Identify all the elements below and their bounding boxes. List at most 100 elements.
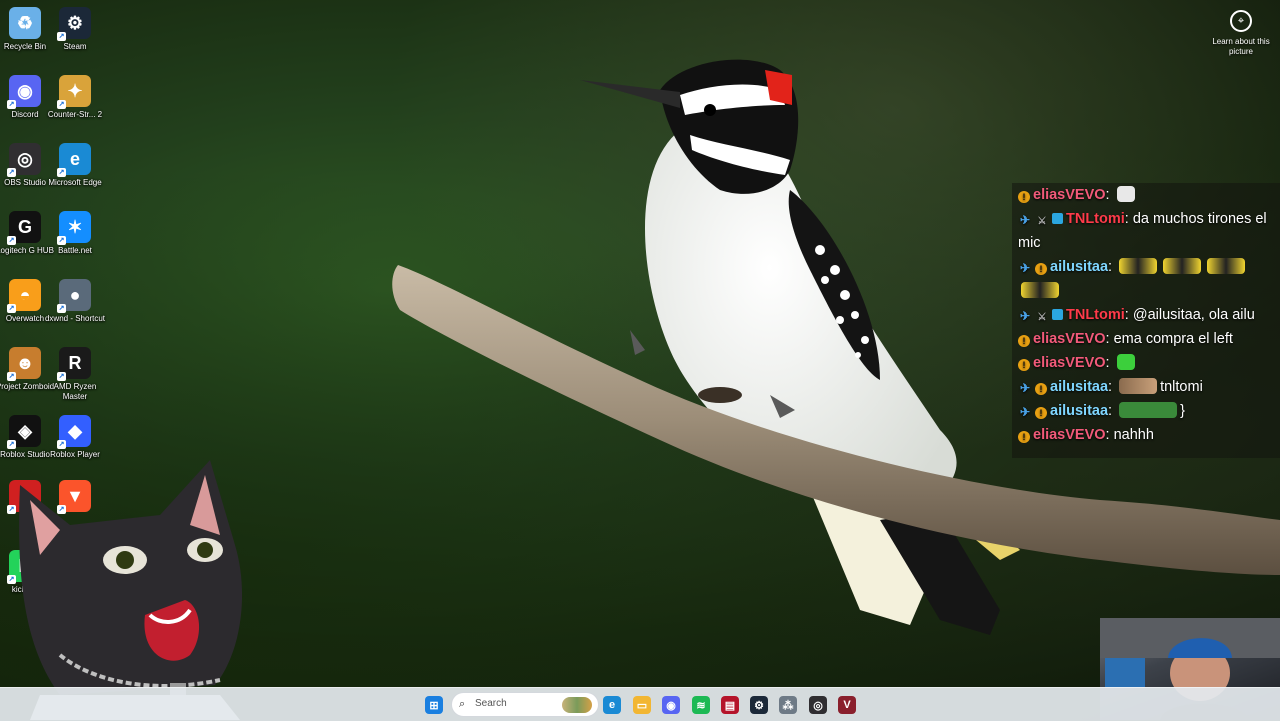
shortcut-arrow-icon: ↗ bbox=[7, 372, 16, 381]
shortcut-arrow-icon: ↗ bbox=[57, 304, 66, 313]
windows-start-icon[interactable]: ⊞ bbox=[425, 696, 443, 714]
chat-message: ✈ ⚔ TNLtomi: da muchos tirones el mic bbox=[1018, 211, 1267, 251]
chat-username[interactable]: ailusitaa bbox=[1050, 403, 1108, 419]
gem-badge-icon bbox=[1052, 309, 1063, 320]
desktop-icon-label: Microsoft Edge bbox=[48, 178, 102, 187]
desktop-icon-steam[interactable]: ⚙ ↗ Steam bbox=[43, 7, 107, 52]
desktop-icon-microsoft-edge[interactable]: e ↗ Microsoft Edge bbox=[43, 143, 107, 188]
amd-ryzen-icon: R ↗ bbox=[57, 347, 91, 381]
shortcut-arrow-icon: ↗ bbox=[57, 236, 66, 245]
logitech-icon: G ↗ bbox=[7, 211, 41, 245]
sub-badge-icon: ! bbox=[1018, 191, 1030, 203]
recycle-bin-icon: ♻ bbox=[9, 7, 41, 39]
desktop-icon-dxwnd-shortcut[interactable]: ● ↗ dxwnd - Shortcut bbox=[43, 279, 107, 324]
sub-badge-icon: ! bbox=[1035, 407, 1047, 419]
chat-message: ✈! ailusitaa: bbox=[1012, 255, 1280, 303]
chat-username[interactable]: eliasVEVO bbox=[1033, 331, 1106, 347]
desktop-icon-label: Recycle Bin bbox=[3, 42, 47, 51]
desktop-icon-battle-net[interactable]: ✶ ↗ Battle.net bbox=[43, 211, 107, 256]
steam-icon: ⚙ ↗ bbox=[57, 7, 91, 41]
sub-badge-icon: ! bbox=[1018, 431, 1030, 443]
discord-taskbar-icon[interactable]: ◉ bbox=[662, 696, 680, 714]
chat-text: @ailusitaa, ola ailu bbox=[1132, 307, 1255, 323]
desktop-icon-label: dxwnd - Shortcut bbox=[44, 314, 106, 323]
search-icon: ⌕ bbox=[459, 698, 466, 710]
discord-icon: ◉ ↗ bbox=[7, 75, 41, 109]
sword-badge-icon: ✈ bbox=[1019, 261, 1031, 275]
chat-text: tnltomi bbox=[1160, 379, 1203, 395]
chat-text: ema compra el left bbox=[1113, 331, 1233, 347]
shortcut-arrow-icon: ↗ bbox=[7, 236, 16, 245]
roblox-studio-icon: ◈ ↗ bbox=[7, 415, 41, 449]
sword-badge-icon: ✈ bbox=[1019, 309, 1031, 323]
desktop-icon-label: Overwatch bbox=[5, 314, 45, 323]
chat-message: ✈! ailusitaa: tnltomi bbox=[1019, 378, 1203, 395]
shortcut-arrow-icon: ↗ bbox=[7, 100, 16, 109]
shortcut-arrow-icon: ↗ bbox=[57, 440, 66, 449]
sword-badge-icon: ✈ bbox=[1019, 405, 1031, 419]
emote-photo-icon bbox=[1119, 378, 1158, 394]
sub-badge-icon: ! bbox=[1035, 263, 1047, 275]
desktop-icon-label: Steam bbox=[63, 42, 87, 51]
valorant-icon[interactable]: V bbox=[838, 696, 856, 714]
shortcut-arrow-icon: ↗ bbox=[7, 304, 16, 313]
chat-text: } bbox=[1180, 403, 1185, 419]
dxwnd-icon: ● ↗ bbox=[57, 279, 91, 313]
obs-taskbar-icon[interactable]: ◎ bbox=[809, 696, 827, 714]
chat-message: ✈! ailusitaa: } bbox=[1019, 402, 1185, 419]
chat-message: ! eliasVEVO: bbox=[1012, 183, 1280, 207]
stream-chat-overlay: ! eliasVEVO: ✈ ⚔ TNLtomi: da muchos tirones… bbox=[1012, 183, 1280, 458]
chat-username[interactable]: eliasVEVO bbox=[1033, 427, 1106, 443]
emote-bee-icon bbox=[1119, 258, 1158, 274]
search-placeholder: Search bbox=[475, 698, 507, 709]
sub-badge-icon: ! bbox=[1018, 359, 1030, 371]
adobe-app-icon[interactable]: ▤ bbox=[721, 696, 739, 714]
sword-badge-icon: ✈ bbox=[1019, 381, 1031, 395]
chat-message: ! eliasVEVO: ema compra el left bbox=[1012, 327, 1280, 351]
obs-icon: ◎ ↗ bbox=[7, 143, 41, 177]
desktop-icon-label: OBS Studio bbox=[4, 178, 46, 187]
desktop-icon-counter-str-2[interactable]: ✦ ↗ Counter-Str... 2 bbox=[43, 75, 107, 120]
learn-about-picture[interactable]: ⌖ Learn about this picture bbox=[1210, 10, 1272, 57]
shortcut-arrow-icon: ↗ bbox=[57, 32, 66, 41]
search-highlight-image bbox=[562, 697, 592, 713]
chat-text: nahhh bbox=[1113, 427, 1154, 443]
file-explorer-icon[interactable]: ▭ bbox=[633, 696, 651, 714]
mod-badge-icon: ⚔ bbox=[1037, 312, 1047, 323]
edge-icon: e ↗ bbox=[57, 143, 91, 177]
desktop-icon-roblox-player[interactable]: ◆ ↗ Roblox Player bbox=[43, 415, 107, 460]
desktop-icon-amd-ryzen-master[interactable]: R ↗ AMD Ryzen Master bbox=[43, 347, 107, 402]
shortcut-arrow-icon: ↗ bbox=[57, 168, 66, 177]
chat-message: ! eliasVEVO: bbox=[1012, 351, 1280, 375]
learn-about-picture-label: Learn about this picture bbox=[1212, 37, 1270, 56]
project-zomboid-icon: ☻ ↗ bbox=[7, 347, 41, 381]
chat-username[interactable]: ailusitaa bbox=[1050, 259, 1108, 275]
desktop-icon-label: Battle.net bbox=[58, 246, 92, 255]
shortcut-arrow-icon: ↗ bbox=[7, 168, 16, 177]
chat-username[interactable]: ailusitaa bbox=[1050, 379, 1108, 395]
chat-username[interactable]: eliasVEVO bbox=[1033, 187, 1106, 203]
sword-badge-icon: ✈ bbox=[1019, 213, 1031, 227]
steam-taskbar-icon[interactable]: ⚙ bbox=[750, 696, 768, 714]
taskbar: ⊞ ⌕ Search e ▭ ◉ ≋ ▤ ⚙ ⁂ ◎ V bbox=[0, 687, 1280, 721]
chat-username[interactable]: TNLtomi bbox=[1066, 211, 1125, 227]
taskbar-search[interactable]: ⌕ Search bbox=[451, 692, 599, 717]
edge-taskbar-icon[interactable]: e bbox=[603, 696, 621, 714]
overwatch-icon: ◓ ↗ bbox=[7, 279, 41, 313]
sub-badge-icon: ! bbox=[1018, 335, 1030, 347]
roblox-player-icon: ◆ ↗ bbox=[57, 415, 91, 449]
chat-username[interactable]: TNLtomi bbox=[1066, 307, 1125, 323]
cat-overlay bbox=[19, 460, 243, 720]
emote-croc-icon bbox=[1119, 402, 1178, 418]
spotify-icon[interactable]: ≋ bbox=[692, 696, 710, 714]
desktop-icon-label: Counter-Str... 2 bbox=[47, 110, 103, 119]
emote-green-icon bbox=[1116, 354, 1135, 370]
sub-badge-icon: ! bbox=[1035, 383, 1047, 395]
emote-cloud-icon bbox=[1116, 186, 1135, 202]
shortcut-arrow-icon: ↗ bbox=[57, 372, 66, 381]
network-app-icon[interactable]: ⁂ bbox=[779, 696, 797, 714]
gem-badge-icon bbox=[1052, 213, 1063, 224]
desktop-icon-label: Discord bbox=[11, 110, 39, 119]
emote-bee-icon bbox=[1163, 258, 1202, 274]
chat-username[interactable]: eliasVEVO bbox=[1033, 355, 1106, 371]
